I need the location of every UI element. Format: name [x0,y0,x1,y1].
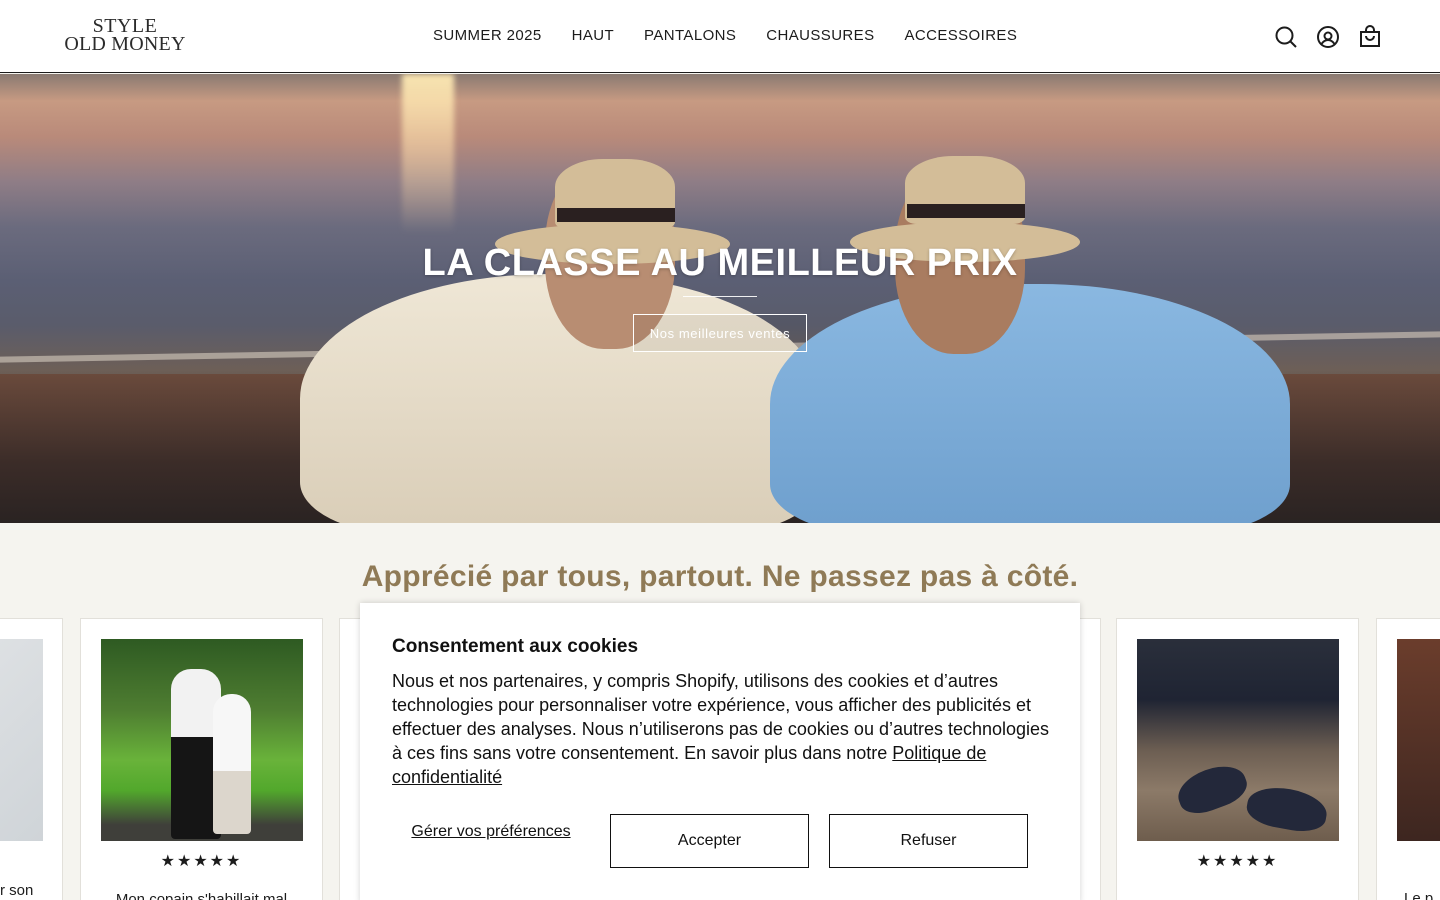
review-card[interactable] [1376,618,1440,900]
review-card[interactable] [0,618,63,900]
review-photo [1397,639,1440,841]
hat-band-left [557,208,675,222]
hero-photo-sun [402,74,454,234]
hero-divider [683,296,757,297]
cart-icon[interactable] [1358,24,1382,50]
hat-band-right [907,204,1025,218]
rating-stars: ★★★★★ [160,853,243,870]
review-text-partial: Le p [1404,890,1434,900]
nav-item-haut[interactable]: HAUT [557,26,629,46]
nav-item-chaussures[interactable]: CHAUSSURES [751,26,889,46]
cookie-title: Consentement aux cookies [392,636,639,657]
review-card[interactable]: ★★★★★ Mon copain s'habillait mal [80,618,323,900]
best-sellers-button[interactable]: Nos meilleures ventes [633,314,807,352]
brand-line-2: OLD MONEY [64,33,186,55]
hero-banner: LA CLASSE AU MEILLEUR PRIX Nos meilleure… [0,74,1440,523]
header-icons [1274,24,1382,50]
nav-item-accessoires[interactable]: ACCESSOIRES [889,26,1032,46]
site-header: STYLE OLD MONEY SUMMER 2025 HAUT PANTALO… [0,0,1440,73]
reviews-title: Apprécié par tous, partout. Ne passez pa… [361,560,1079,593]
accept-cookies-button[interactable]: Accepter [610,814,809,868]
review-text-partial: r son [0,882,34,899]
review-card[interactable]: ★★★★★ [1116,618,1359,900]
rating-stars: ★★★★★ [1196,853,1279,870]
review-text: Mon copain s'habillait mal [115,891,288,900]
review-photo [1137,639,1339,841]
manage-preferences-link[interactable]: Gérer vos préférences [392,822,590,841]
account-icon[interactable] [1316,24,1340,50]
nav-item-pantalons[interactable]: PANTALONS [629,26,751,46]
hero-photo-person-right [770,284,1290,523]
hero-title: LA CLASSE AU MEILLEUR PRIX [422,242,1018,284]
search-icon[interactable] [1274,24,1298,50]
refuse-cookies-button[interactable]: Refuser [829,814,1028,868]
cookie-body: Nous et nos partenaires, y compris Shopi… [392,669,1052,789]
review-photo [101,639,303,841]
brand-logo[interactable]: STYLE OLD MONEY [64,16,186,55]
review-photo [0,639,43,841]
page: STYLE OLD MONEY SUMMER 2025 HAUT PANTALO… [0,0,1440,900]
nav-item-summer-2025[interactable]: SUMMER 2025 [418,26,557,46]
main-nav: SUMMER 2025 HAUT PANTALONS CHAUSSURES AC… [418,26,1032,46]
